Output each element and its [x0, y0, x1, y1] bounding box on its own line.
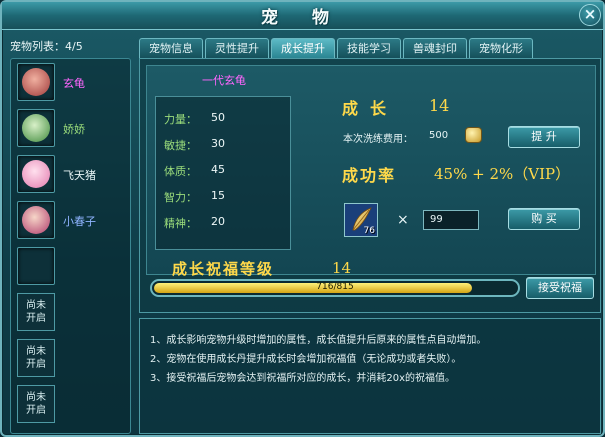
- blessing-level-value: 14: [332, 259, 352, 277]
- stat-label: 精神：: [164, 217, 197, 230]
- stat-value: 45: [211, 163, 225, 176]
- tab-growth-upgrade[interactable]: 成长提升: [271, 38, 335, 58]
- blessing-progress-bar: 716/815: [150, 279, 520, 297]
- locked-pet-slot: 尚未 开启: [17, 293, 127, 337]
- locked-label: 尚未: [26, 346, 46, 357]
- pet-slot[interactable]: [17, 247, 55, 285]
- tab-skill-learning[interactable]: 技能学习: [337, 38, 401, 58]
- stat-label: 力量：: [164, 113, 197, 126]
- stat-row-constitution: 体质： 45: [164, 163, 284, 181]
- locked-label: 开启: [26, 405, 46, 416]
- stat-value: 15: [211, 189, 225, 202]
- note-line: 1、成长影响宠物升级时增加的属性，成长值提升后原来的属性点自动增加。: [150, 335, 487, 346]
- pet-item[interactable]: 娇娇: [17, 109, 127, 153]
- locked-label: 尚未: [26, 392, 46, 403]
- pet-slot[interactable]: [17, 155, 55, 193]
- growth-inner-panel: 一代玄龟 力量： 50 敏捷： 30 体质： 45 智力： 15 精神： 20 …: [146, 65, 596, 275]
- notes-panel: 1、成长影响宠物升级时增加的属性，成长值提升后原来的属性点自动增加。 2、宠物在…: [139, 318, 601, 434]
- accept-blessing-button[interactable]: 接受祝福: [526, 277, 594, 299]
- pet-generation-title: 一代玄龟: [202, 74, 246, 87]
- stat-value: 30: [211, 137, 225, 150]
- stat-label: 体质：: [164, 165, 197, 178]
- locked-slot: 尚未 开启: [17, 385, 55, 423]
- growth-value: 14: [429, 96, 450, 115]
- stat-value: 20: [211, 215, 225, 228]
- locked-pet-slot: 尚未 开启: [17, 385, 127, 429]
- pet-window: 宠 物 × 宠物列表：4/5 玄龟 娇娇 飞天猪 小春子 尚未 开启 尚未 开启…: [0, 0, 605, 437]
- buy-button[interactable]: 购 买: [508, 208, 580, 230]
- girl-avatar-icon: [22, 206, 50, 234]
- empty-pet-slot[interactable]: [17, 247, 127, 291]
- locked-pet-slot: 尚未 开启: [17, 339, 127, 383]
- pink-pig-avatar-icon: [22, 160, 50, 188]
- locked-slot: 尚未 开启: [17, 339, 55, 377]
- tab-soul-seal[interactable]: 兽魂封印: [403, 38, 467, 58]
- locked-label: 尚未: [26, 300, 46, 311]
- stat-label: 智力：: [164, 191, 197, 204]
- pet-slot[interactable]: [17, 63, 55, 101]
- quantity-input[interactable]: 99: [423, 210, 479, 230]
- pet-name: 玄龟: [63, 77, 85, 90]
- pet-slot[interactable]: [17, 201, 55, 239]
- upgrade-button[interactable]: 提 升: [508, 126, 580, 148]
- close-button[interactable]: ×: [579, 4, 601, 26]
- note-line: 3、接受祝福后宠物会达到祝福所对应的成长，并消耗20x的祝福值。: [150, 373, 456, 384]
- cost-label: 本次洗练费用：: [343, 134, 413, 145]
- stat-value: 50: [211, 111, 225, 124]
- window-title: 宠 物: [261, 8, 343, 28]
- coin-icon: [465, 127, 482, 143]
- pet-list-header: 宠物列表：4/5: [10, 40, 83, 53]
- tab-pet-info[interactable]: 宠物信息: [139, 38, 203, 58]
- title-bar[interactable]: 宠 物 ×: [2, 2, 603, 30]
- locked-label: 开启: [26, 359, 46, 370]
- tab-pet-transform[interactable]: 宠物化形: [469, 38, 533, 58]
- green-plant-avatar-icon: [22, 114, 50, 142]
- success-rate-label: 成功率: [342, 166, 397, 185]
- pet-name: 娇娇: [63, 123, 85, 136]
- pet-slot[interactable]: [17, 109, 55, 147]
- stat-row-spirit: 精神： 20: [164, 215, 284, 233]
- growth-label: 成长: [342, 99, 399, 118]
- locked-label: 开启: [26, 313, 46, 324]
- tab-spirit-upgrade[interactable]: 灵性提升: [205, 38, 269, 58]
- stat-row-strength: 力量： 50: [164, 111, 284, 129]
- stat-row-intellect: 智力： 15: [164, 189, 284, 207]
- red-beast-avatar-icon: [22, 68, 50, 96]
- pet-list: 玄龟 娇娇 飞天猪 小春子 尚未 开启 尚未 开启 尚未 开启: [10, 58, 131, 434]
- pet-name: 飞天猪: [63, 169, 96, 182]
- pet-name: 小春子: [63, 215, 96, 228]
- growth-panel: 一代玄龟 力量： 50 敏捷： 30 体质： 45 智力： 15 精神： 20 …: [139, 58, 601, 313]
- stat-row-agility: 敏捷： 30: [164, 137, 284, 155]
- locked-slot: 尚未 开启: [17, 293, 55, 331]
- success-rate-value: 45% + 2%（VIP）: [434, 165, 571, 183]
- blessing-progress-text: 716/815: [316, 282, 354, 292]
- note-line: 2、宠物在使用成长丹提升成长时会增加祝福值（无论成功或者失败）。: [150, 354, 462, 365]
- growth-pill-slot[interactable]: 76: [344, 203, 378, 237]
- cost-value: 500: [429, 130, 449, 141]
- stats-box: 力量： 50 敏捷： 30 体质： 45 智力： 15 精神： 20: [155, 96, 291, 250]
- item-count: 76: [363, 226, 375, 236]
- blessing-level-label: 成长祝福等级: [172, 260, 275, 278]
- pet-item[interactable]: 玄龟: [17, 63, 127, 107]
- pet-item[interactable]: 飞天猪: [17, 155, 127, 199]
- multiply-sign: ×: [397, 212, 409, 228]
- stat-label: 敏捷：: [164, 139, 197, 152]
- pet-item[interactable]: 小春子: [17, 201, 127, 245]
